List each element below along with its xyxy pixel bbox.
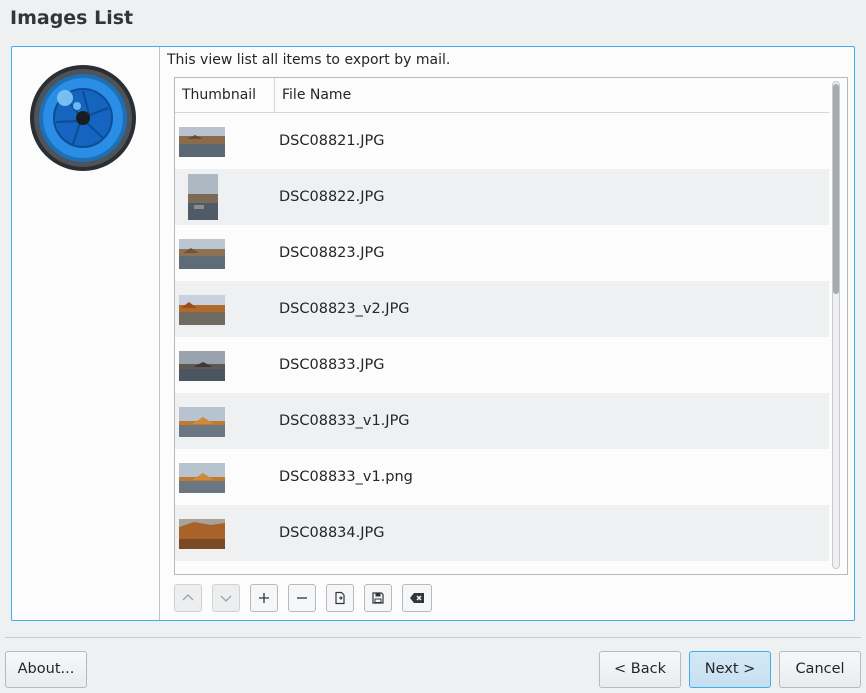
description-text: This view list all items to export by ma…	[167, 52, 451, 68]
chevron-up-icon	[182, 594, 194, 601]
add-button[interactable]	[250, 584, 278, 612]
save-list-button[interactable]	[364, 584, 392, 612]
list-item[interactable]: DSC08833_v1.png	[175, 449, 829, 505]
side-panel	[12, 47, 160, 620]
move-up-button[interactable]	[174, 584, 202, 612]
camera-lens-logo-icon	[30, 65, 136, 171]
thumbnail-image	[179, 295, 225, 325]
list-item[interactable]: DSC08833_v1.JPG	[175, 393, 829, 449]
thumbnail-image	[188, 174, 218, 220]
floppy-disk-icon	[372, 592, 384, 604]
thumbnail-image	[179, 239, 225, 269]
column-header-file-name[interactable]: File Name	[275, 78, 351, 112]
about-button[interactable]: About...	[5, 651, 87, 688]
content-frame: This view list all items to export by ma…	[11, 46, 855, 621]
thumbnail-image	[179, 127, 225, 157]
list-item[interactable]: DSC08834.JPG	[175, 505, 829, 561]
thumbnail-image	[179, 519, 225, 549]
clear-backspace-icon	[410, 593, 424, 603]
back-button[interactable]: < Back	[599, 651, 681, 688]
page-title: Images List	[10, 7, 134, 29]
list-item[interactable]: DSC08823.JPG	[175, 225, 829, 281]
file-name: DSC08821.JPG	[279, 133, 385, 149]
scrollbar-handle[interactable]	[833, 84, 839, 294]
next-button[interactable]: Next >	[689, 651, 771, 688]
cancel-button[interactable]: Cancel	[779, 651, 861, 688]
list-item[interactable]: DSC08822.JPG	[175, 169, 829, 225]
minus-icon	[297, 597, 307, 599]
move-down-button[interactable]	[212, 584, 240, 612]
thumbnail-image	[179, 463, 225, 493]
thumbnail-image	[179, 351, 225, 381]
file-name: DSC08823.JPG	[279, 245, 385, 261]
list-rows: DSC08821.JPG DSC08822.JPG DSC08823.JPG D…	[175, 113, 829, 561]
list-header: Thumbnail File Name	[175, 78, 829, 113]
thumbnail-image	[179, 407, 225, 437]
document-open-icon	[335, 591, 345, 605]
file-name: DSC08833_v1.png	[279, 469, 413, 485]
list-item[interactable]: DSC08823_v2.JPG	[175, 281, 829, 337]
list-item[interactable]: DSC08833.JPG	[175, 337, 829, 393]
file-name: DSC08823_v2.JPG	[279, 301, 410, 317]
remove-button[interactable]	[288, 584, 316, 612]
file-name: DSC08833.JPG	[279, 357, 385, 373]
clear-list-button[interactable]	[402, 584, 432, 612]
file-name: DSC08833_v1.JPG	[279, 413, 410, 429]
column-header-thumbnail[interactable]: Thumbnail	[175, 78, 275, 112]
vertical-scrollbar[interactable]	[829, 81, 843, 569]
load-list-button[interactable]	[326, 584, 354, 612]
file-name: DSC08834.JPG	[279, 525, 385, 541]
images-list-view[interactable]: Thumbnail File Name DSC08821.JPG DSC0882…	[174, 77, 848, 575]
separator	[5, 637, 861, 638]
plus-icon	[259, 593, 269, 603]
list-item[interactable]: DSC08821.JPG	[175, 113, 829, 169]
chevron-down-icon	[220, 595, 232, 602]
file-name: DSC08822.JPG	[279, 189, 385, 205]
